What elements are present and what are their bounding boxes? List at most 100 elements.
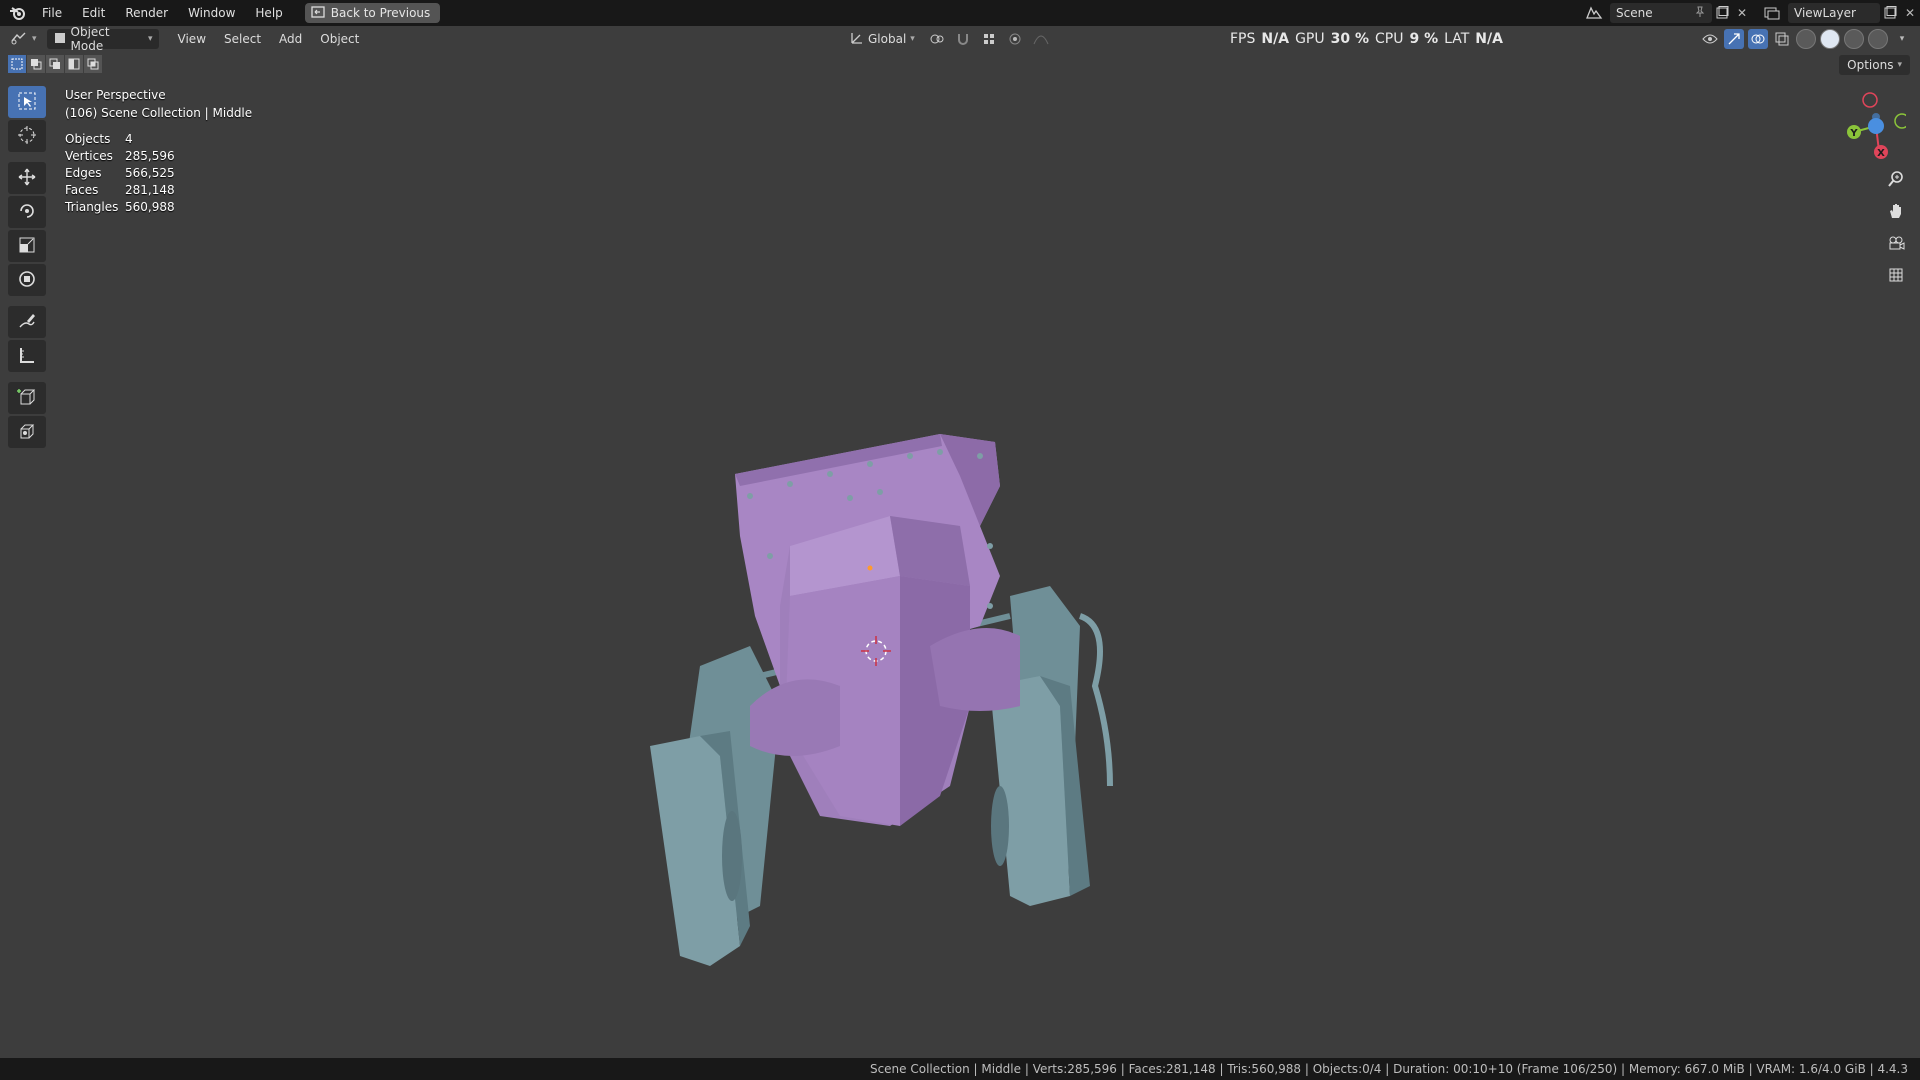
object-mode-dropdown[interactable]: Object Mode ▾ [46, 25, 159, 53]
select-new-icon[interactable] [8, 55, 26, 73]
collection-info: (106) Scene Collection | Middle [65, 106, 253, 120]
select-intersect-icon[interactable] [84, 55, 102, 73]
select-subtract-icon[interactable] [46, 55, 64, 73]
delete-view-layer-icon[interactable]: ✕ [1900, 3, 1920, 23]
view-layer-field[interactable]: ViewLayer [1788, 3, 1880, 23]
y-axis-label: Y [1849, 128, 1858, 139]
overlays-toggle-icon[interactable] [1748, 29, 1768, 49]
cpu-value: 9 % [1409, 31, 1439, 47]
gizmo-toggle-icon[interactable] [1724, 29, 1744, 49]
measure-tool[interactable] [8, 340, 46, 372]
x-axis-label: X [1877, 148, 1885, 159]
select-invert-icon[interactable] [65, 55, 83, 73]
stat-value: 4 [125, 132, 133, 146]
perspective-grid-icon[interactable] [1882, 262, 1910, 288]
scene-statistics: Objects 4 Vertices 285,596 Edges 566,525 Fa… [65, 131, 175, 216]
select-box-tool[interactable] [8, 86, 46, 118]
menu-file[interactable]: File [32, 0, 72, 26]
viewport-display-tools: ▾ [1700, 29, 1912, 49]
snap-magnet-icon[interactable] [953, 29, 973, 49]
scene-field[interactable]: Scene [1610, 3, 1712, 23]
chevron-down-icon: ▾ [148, 34, 153, 44]
add-cube-tool[interactable] [8, 382, 46, 414]
menu-object[interactable]: Object [311, 32, 368, 46]
performance-hud: FPS N/A GPU 30 % CPU 9 % LAT N/A [1230, 26, 1503, 52]
scene-name: Scene [1616, 6, 1653, 20]
wireframe-shading-icon[interactable] [1796, 29, 1816, 49]
back-to-previous-button[interactable]: Back to Previous [304, 3, 441, 23]
select-box-icon [17, 91, 37, 114]
stats-row: Vertices 285,596 [65, 148, 175, 165]
pan-hand-icon[interactable] [1882, 198, 1910, 224]
editor-type-button[interactable]: ▾ [4, 29, 43, 49]
material-shading-icon[interactable] [1844, 29, 1864, 49]
transform-icon [17, 269, 37, 292]
proportional-editing-icon[interactable] [1005, 29, 1025, 49]
scene-type-icon[interactable] [1584, 3, 1604, 23]
add-cube-icon [17, 387, 37, 410]
move-arrows-icon [17, 167, 37, 190]
cube-edit-icon [17, 421, 37, 444]
move-tool[interactable] [8, 162, 46, 194]
solid-shading-icon[interactable] [1820, 29, 1840, 49]
visibility-eye-icon[interactable] [1700, 29, 1720, 49]
transform-orientation-dropdown[interactable]: Global ▾ [844, 29, 921, 49]
gpu-label: GPU [1295, 31, 1325, 47]
measure-ruler-icon [17, 345, 37, 368]
3d-viewport[interactable]: ▾ Object Mode ▾ View Select Add Object G… [0, 25, 1920, 1058]
menu-view[interactable]: View [169, 32, 215, 46]
delete-scene-icon[interactable]: ✕ [1732, 3, 1752, 23]
options-dropdown[interactable]: Options ▾ [1839, 55, 1910, 75]
transform-tool[interactable] [8, 264, 46, 296]
scale-tool[interactable] [8, 230, 46, 262]
menu-render[interactable]: Render [115, 0, 178, 26]
fps-value: N/A [1261, 31, 1290, 47]
rotate-tool[interactable] [8, 196, 46, 228]
back-icon [311, 5, 325, 21]
falloff-curve-icon[interactable] [1031, 29, 1051, 49]
object-origin-icon [867, 565, 873, 571]
stat-key: Faces [65, 183, 99, 197]
stat-value: 281,148 [125, 183, 175, 197]
pin-icon[interactable] [1694, 6, 1706, 21]
menu-add[interactable]: Add [270, 32, 311, 46]
view-layer-icon[interactable] [1762, 3, 1782, 23]
orientation-icon [850, 31, 864, 48]
menu-select[interactable]: Select [215, 32, 270, 46]
camera-view-icon[interactable] [1882, 230, 1910, 256]
tool-shelf [8, 86, 46, 448]
navigation-gizmo[interactable]: Y X [1836, 84, 1910, 164]
snap-increment-icon[interactable] [979, 29, 999, 49]
cursor-tool[interactable] [8, 120, 46, 152]
rendered-shading-icon[interactable] [1868, 29, 1888, 49]
xray-toggle-icon[interactable] [1772, 29, 1792, 49]
zoom-icon[interactable] [1882, 166, 1910, 192]
orientation-label: Global [868, 32, 907, 46]
3d-model[interactable] [640, 386, 1140, 986]
transform-tools: Global ▾ [840, 29, 1051, 49]
neg-x-axis-icon [1862, 92, 1878, 108]
new-scene-icon[interactable] [1712, 3, 1732, 23]
stats-row: Triangles 560,988 [65, 199, 175, 216]
workspace-selectors: Scene ✕ ViewLayer ✕ [1584, 0, 1920, 26]
stats-row: Faces 281,148 [65, 182, 175, 199]
scale-icon [17, 235, 37, 258]
stat-value: 285,596 [125, 149, 175, 163]
shading-options-chevron-icon[interactable]: ▾ [1892, 29, 1912, 49]
shear-tool[interactable] [8, 416, 46, 448]
menu-help[interactable]: Help [245, 0, 292, 26]
blender-logo-icon[interactable] [4, 0, 32, 26]
menu-edit[interactable]: Edit [72, 0, 115, 26]
new-view-layer-icon[interactable] [1880, 3, 1900, 23]
annotate-tool[interactable] [8, 306, 46, 338]
select-extend-icon[interactable] [27, 55, 45, 73]
lat-value: N/A [1475, 31, 1503, 47]
navigation-buttons [1882, 166, 1910, 288]
fps-label: FPS [1230, 31, 1256, 47]
back-button-label: Back to Previous [330, 6, 431, 20]
pivot-point-icon[interactable] [927, 29, 947, 49]
status-text: Scene Collection | Middle | Verts:285,59… [869, 1062, 1908, 1076]
viewport-info-text: User Perspective (106) Scene Collection … [65, 86, 252, 122]
menu-window[interactable]: Window [178, 0, 245, 26]
viewport-header: ▾ Object Mode ▾ View Select Add Object G… [0, 25, 1920, 53]
